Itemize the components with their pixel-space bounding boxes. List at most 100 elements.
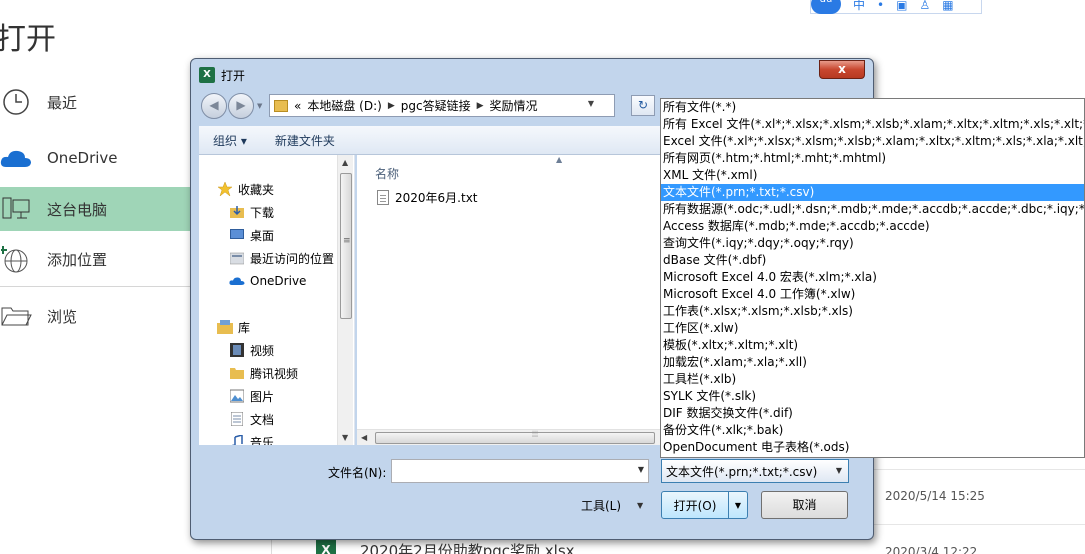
desktop-icon: [229, 228, 245, 242]
refresh-button[interactable]: ↻: [631, 95, 655, 116]
back-button[interactable]: ◀: [201, 93, 227, 119]
file-list[interactable]: 名称 ▲ 2020年6月.txt: [357, 155, 661, 445]
user-icon[interactable]: ♙: [919, 0, 930, 11]
filetype-dropdown-list[interactable]: 所有文件(*.*) 所有 Excel 文件(*.xl*;*.xlsx;*.xlsm…: [660, 98, 1085, 458]
filetype-option[interactable]: Excel 文件(*.xl*;*.xlsx;*.xlsm;*.xlsb;*.xl…: [661, 133, 1084, 150]
filetype-option[interactable]: 所有网页(*.htm;*.html;*.mht;*.mhtml): [661, 150, 1084, 167]
nav-videos[interactable]: 视频: [229, 340, 274, 360]
punctuation-icon[interactable]: •: [877, 0, 884, 11]
filetype-dropdown-icon[interactable]: ▼: [836, 466, 842, 475]
filetype-option[interactable]: 文本文件(*.prn;*.txt;*.csv): [661, 184, 1084, 201]
filetype-option[interactable]: 加载宏(*.xlam;*.xla;*.xll): [661, 354, 1084, 371]
breadcrumb-current[interactable]: 奖励情况: [490, 97, 538, 114]
filename-dropdown-icon[interactable]: ▼: [638, 465, 644, 474]
nav-pictures[interactable]: 图片: [229, 386, 274, 406]
filetype-option[interactable]: XML 文件(*.xml): [661, 167, 1084, 184]
file-item[interactable]: 2020年6月.txt: [377, 189, 478, 206]
chinese-mode-icon[interactable]: 中: [853, 0, 865, 11]
breadcrumb-overflow[interactable]: «: [294, 99, 301, 113]
breadcrumb-separator-icon[interactable]: ▶: [477, 101, 484, 111]
nav-browse-label: 浏览: [47, 307, 78, 326]
filetype-option[interactable]: 工作区(*.xlw): [661, 320, 1084, 337]
nav-add-place[interactable]: 添加位置: [0, 237, 190, 281]
nav-label: 音乐: [250, 435, 275, 446]
forward-button[interactable]: ▶: [228, 93, 254, 119]
new-folder-button[interactable]: 新建文件夹: [275, 132, 335, 149]
filetype-option[interactable]: 备份文件(*.xlk;*.bak): [661, 422, 1084, 439]
breadcrumb-drive[interactable]: 本地磁盘 (D:): [307, 97, 381, 114]
nav-tencent-video[interactable]: 腾讯视频: [229, 363, 298, 383]
address-dropdown-icon[interactable]: ▼: [588, 99, 594, 108]
address-bar[interactable]: « 本地磁盘 (D:) ▶ pgc答疑链接 ▶ 奖励情况 ▼: [269, 94, 615, 117]
column-header-name[interactable]: 名称: [375, 165, 399, 182]
filename-label: 文件名(N):: [328, 466, 387, 480]
input-method-toolbar[interactable]: du 中 • ▣ ♙ ▦: [810, 0, 982, 14]
recent-pages-dropdown-icon[interactable]: ▼: [257, 102, 262, 110]
computer-icon: [0, 193, 32, 225]
filetype-option[interactable]: 工作表(*.xlsx;*.xlsm;*.xlsb;*.xls): [661, 303, 1084, 320]
breadcrumb-folder[interactable]: pgc答疑链接: [401, 97, 471, 114]
file-name: 2020年6月.txt: [395, 191, 478, 205]
filetype-option[interactable]: 所有 Excel 文件(*.xl*;*.xlsx;*.xlsm;*.xlsb;*…: [661, 116, 1084, 133]
nav-downloads[interactable]: 下载: [229, 202, 274, 222]
folder-icon: [0, 300, 32, 332]
keyboard-icon[interactable]: ▣: [896, 0, 907, 11]
dialog-titlebar[interactable]: X 打开: [199, 65, 245, 85]
scroll-up-icon[interactable]: ▲: [342, 158, 348, 167]
nav-recent[interactable]: 最近: [0, 80, 190, 124]
nav-pane-scrollbar[interactable]: ▲ ≡ ▼: [337, 155, 353, 445]
cancel-button[interactable]: 取消: [761, 491, 848, 519]
nav-music[interactable]: 音乐: [229, 432, 274, 445]
navigation-pane[interactable]: 收藏夹 下载 桌面 最近访问的位置 OneDrive 库 视频 腾讯视频 图片 …: [199, 155, 355, 445]
hscroll-thumb[interactable]: ⦙⦙⦙: [375, 430, 655, 444]
filetype-value: 文本文件(*.prn;*.txt;*.csv): [666, 464, 818, 479]
filetype-option[interactable]: Microsoft Excel 4.0 宏表(*.xlm;*.xla): [661, 269, 1084, 286]
filename-input[interactable]: ▼: [391, 459, 649, 483]
scroll-left-icon[interactable]: ◀: [361, 433, 367, 442]
recent-file-name[interactable]: 2020年2月份助教pgc奖励.xlsx: [360, 540, 575, 554]
filetype-option[interactable]: dBase 文件(*.dbf): [661, 252, 1084, 269]
filetype-option[interactable]: 查询文件(*.iqy;*.dqy;*.oqy;*.rqy): [661, 235, 1084, 252]
organize-button[interactable]: 组织 ▾: [213, 132, 247, 149]
filetype-option[interactable]: Access 数据库(*.mdb;*.mde;*.accdb;*.accde): [661, 218, 1084, 235]
filetype-option[interactable]: 工具栏(*.xlb): [661, 371, 1084, 388]
nav-browse[interactable]: 浏览: [0, 294, 190, 338]
nav-favorites[interactable]: 收藏夹: [217, 179, 274, 199]
tools-button[interactable]: 工具(L): [581, 497, 621, 514]
filetype-option[interactable]: 所有数据源(*.odc;*.udl;*.dsn;*.mdb;*.mde;*.ac…: [661, 201, 1084, 218]
open-button-label: 打开(O): [673, 498, 717, 513]
scroll-down-icon[interactable]: ▼: [342, 433, 348, 442]
filetype-option[interactable]: DIF 数据交换文件(*.dif): [661, 405, 1084, 422]
nav-desktop[interactable]: 桌面: [229, 225, 274, 245]
tools-dropdown-icon[interactable]: ▼: [637, 501, 643, 510]
filetype-option[interactable]: 所有文件(*.*): [661, 99, 1084, 116]
nav-libraries[interactable]: 库: [217, 317, 250, 337]
nav-this-pc[interactable]: 这台电脑: [0, 187, 190, 231]
open-dropdown-icon[interactable]: ▼: [729, 501, 747, 510]
nav-onedrive[interactable]: OneDrive: [229, 271, 306, 291]
close-button[interactable]: x: [819, 60, 865, 79]
nav-recent-label: 最近: [47, 93, 78, 112]
breadcrumb-separator-icon[interactable]: ▶: [388, 101, 395, 111]
filetype-option[interactable]: Microsoft Excel 4.0 工作簿(*.xlw): [661, 286, 1084, 303]
scroll-thumb[interactable]: ≡: [340, 173, 352, 319]
nav-documents[interactable]: 文档: [229, 409, 274, 429]
excel-icon: X: [199, 67, 215, 83]
dialog-title: 打开: [221, 68, 246, 83]
nav-label: 收藏夹: [238, 182, 275, 197]
filetype-select[interactable]: 文本文件(*.prn;*.txt;*.csv) ▼: [661, 459, 849, 483]
ime-badge-icon[interactable]: du: [811, 0, 841, 14]
globe-add-icon: [0, 243, 32, 275]
filetype-option[interactable]: 模板(*.xltx;*.xltm;*.xlt): [661, 337, 1084, 354]
nav-this-pc-label: 这台电脑: [47, 200, 108, 219]
file-date: 2020/5/14 15:25: [885, 489, 985, 503]
nav-recent-places[interactable]: 最近访问的位置: [229, 248, 334, 268]
nav-onedrive[interactable]: OneDrive: [0, 136, 190, 180]
download-folder-icon: [229, 205, 245, 219]
file-list-hscrollbar[interactable]: ◀ ⦙⦙⦙: [357, 429, 661, 445]
filetype-option[interactable]: OpenDocument 电子表格(*.ods): [661, 439, 1084, 456]
filetype-option[interactable]: SYLK 文件(*.slk): [661, 388, 1084, 405]
grid-icon[interactable]: ▦: [942, 0, 953, 11]
documents-icon: [229, 412, 245, 426]
open-button[interactable]: 打开(O) ▼: [661, 491, 748, 519]
